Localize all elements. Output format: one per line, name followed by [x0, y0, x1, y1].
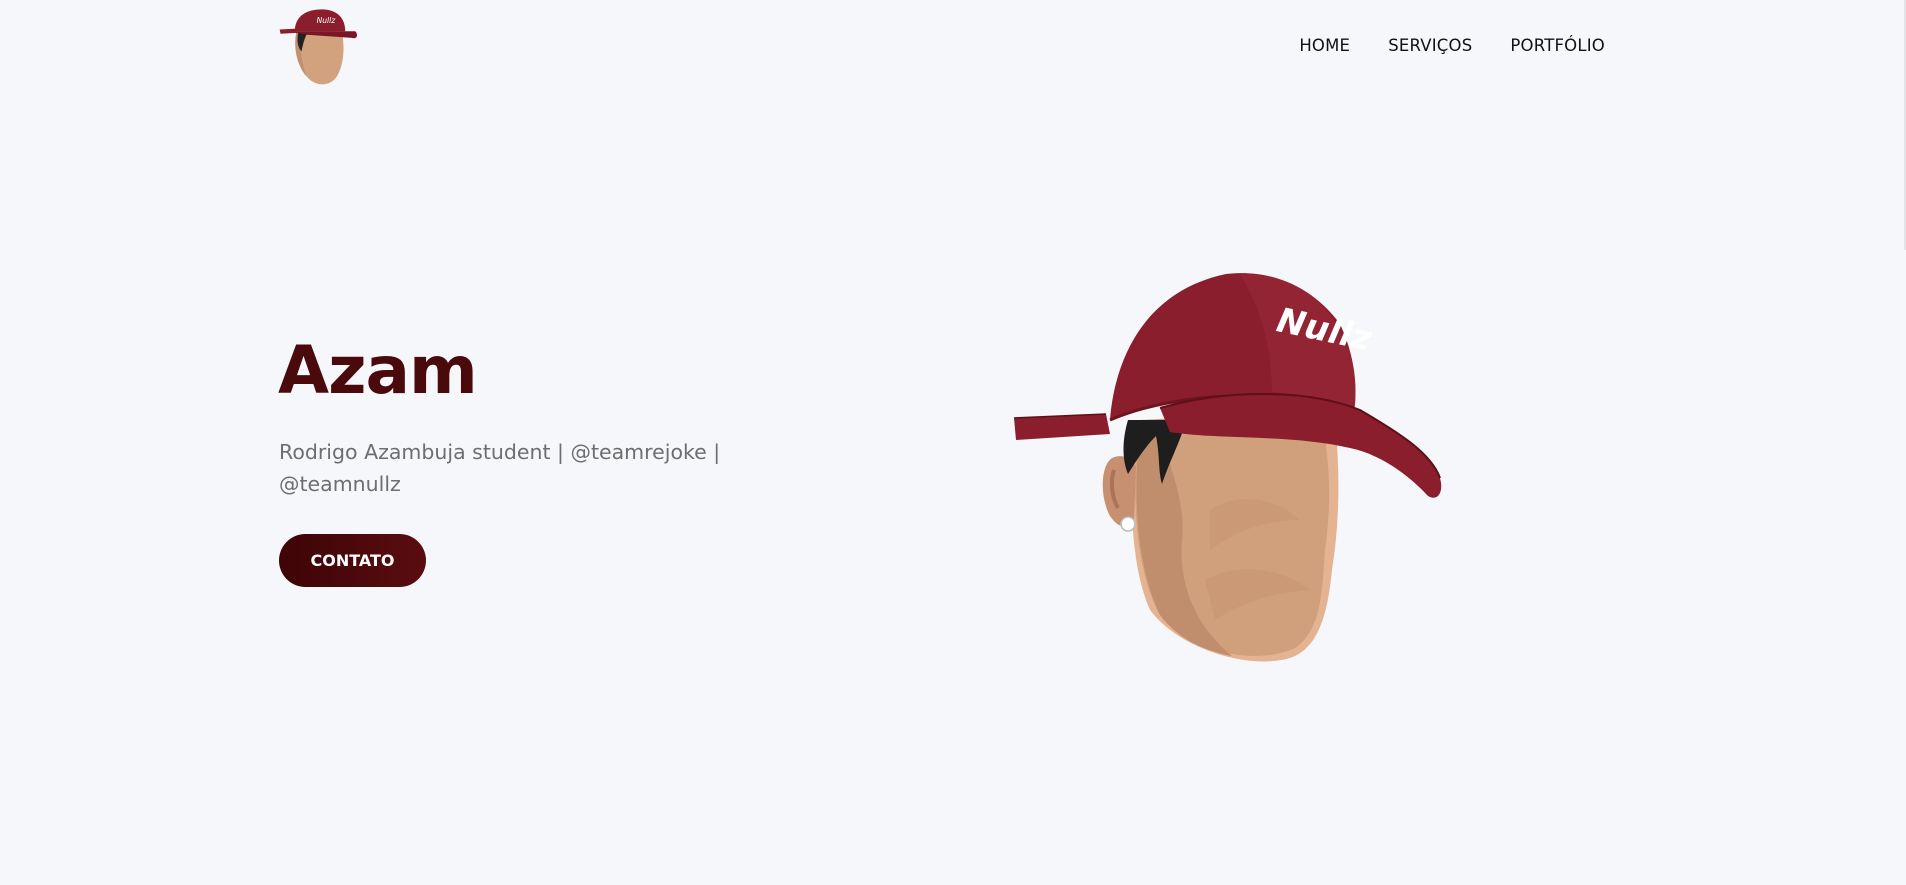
nav-home[interactable]: HOME [1299, 36, 1350, 55]
landing-page: Nullz HOME SERVIÇOS PORTFÓLIO Azam Rodri… [0, 0, 1906, 885]
avatar-icon: Nullz [279, 9, 358, 85]
hero-subtitle: Rodrigo Azambuja student | @teamrejoke |… [279, 440, 721, 496]
contato-button[interactable]: CONTATO [279, 534, 426, 587]
hero-title: Azam [278, 332, 478, 409]
hero-illustration: Nullz [1010, 270, 1450, 670]
cap-logo-text: Nullz [317, 16, 337, 25]
nav-portfolio[interactable]: PORTFÓLIO [1510, 36, 1605, 55]
portrait-illustration-icon: Nullz [1013, 273, 1442, 662]
logo-avatar[interactable]: Nullz [278, 6, 362, 90]
nav-servicos[interactable]: SERVIÇOS [1388, 36, 1472, 55]
main-nav: HOME SERVIÇOS PORTFÓLIO [1299, 36, 1605, 55]
